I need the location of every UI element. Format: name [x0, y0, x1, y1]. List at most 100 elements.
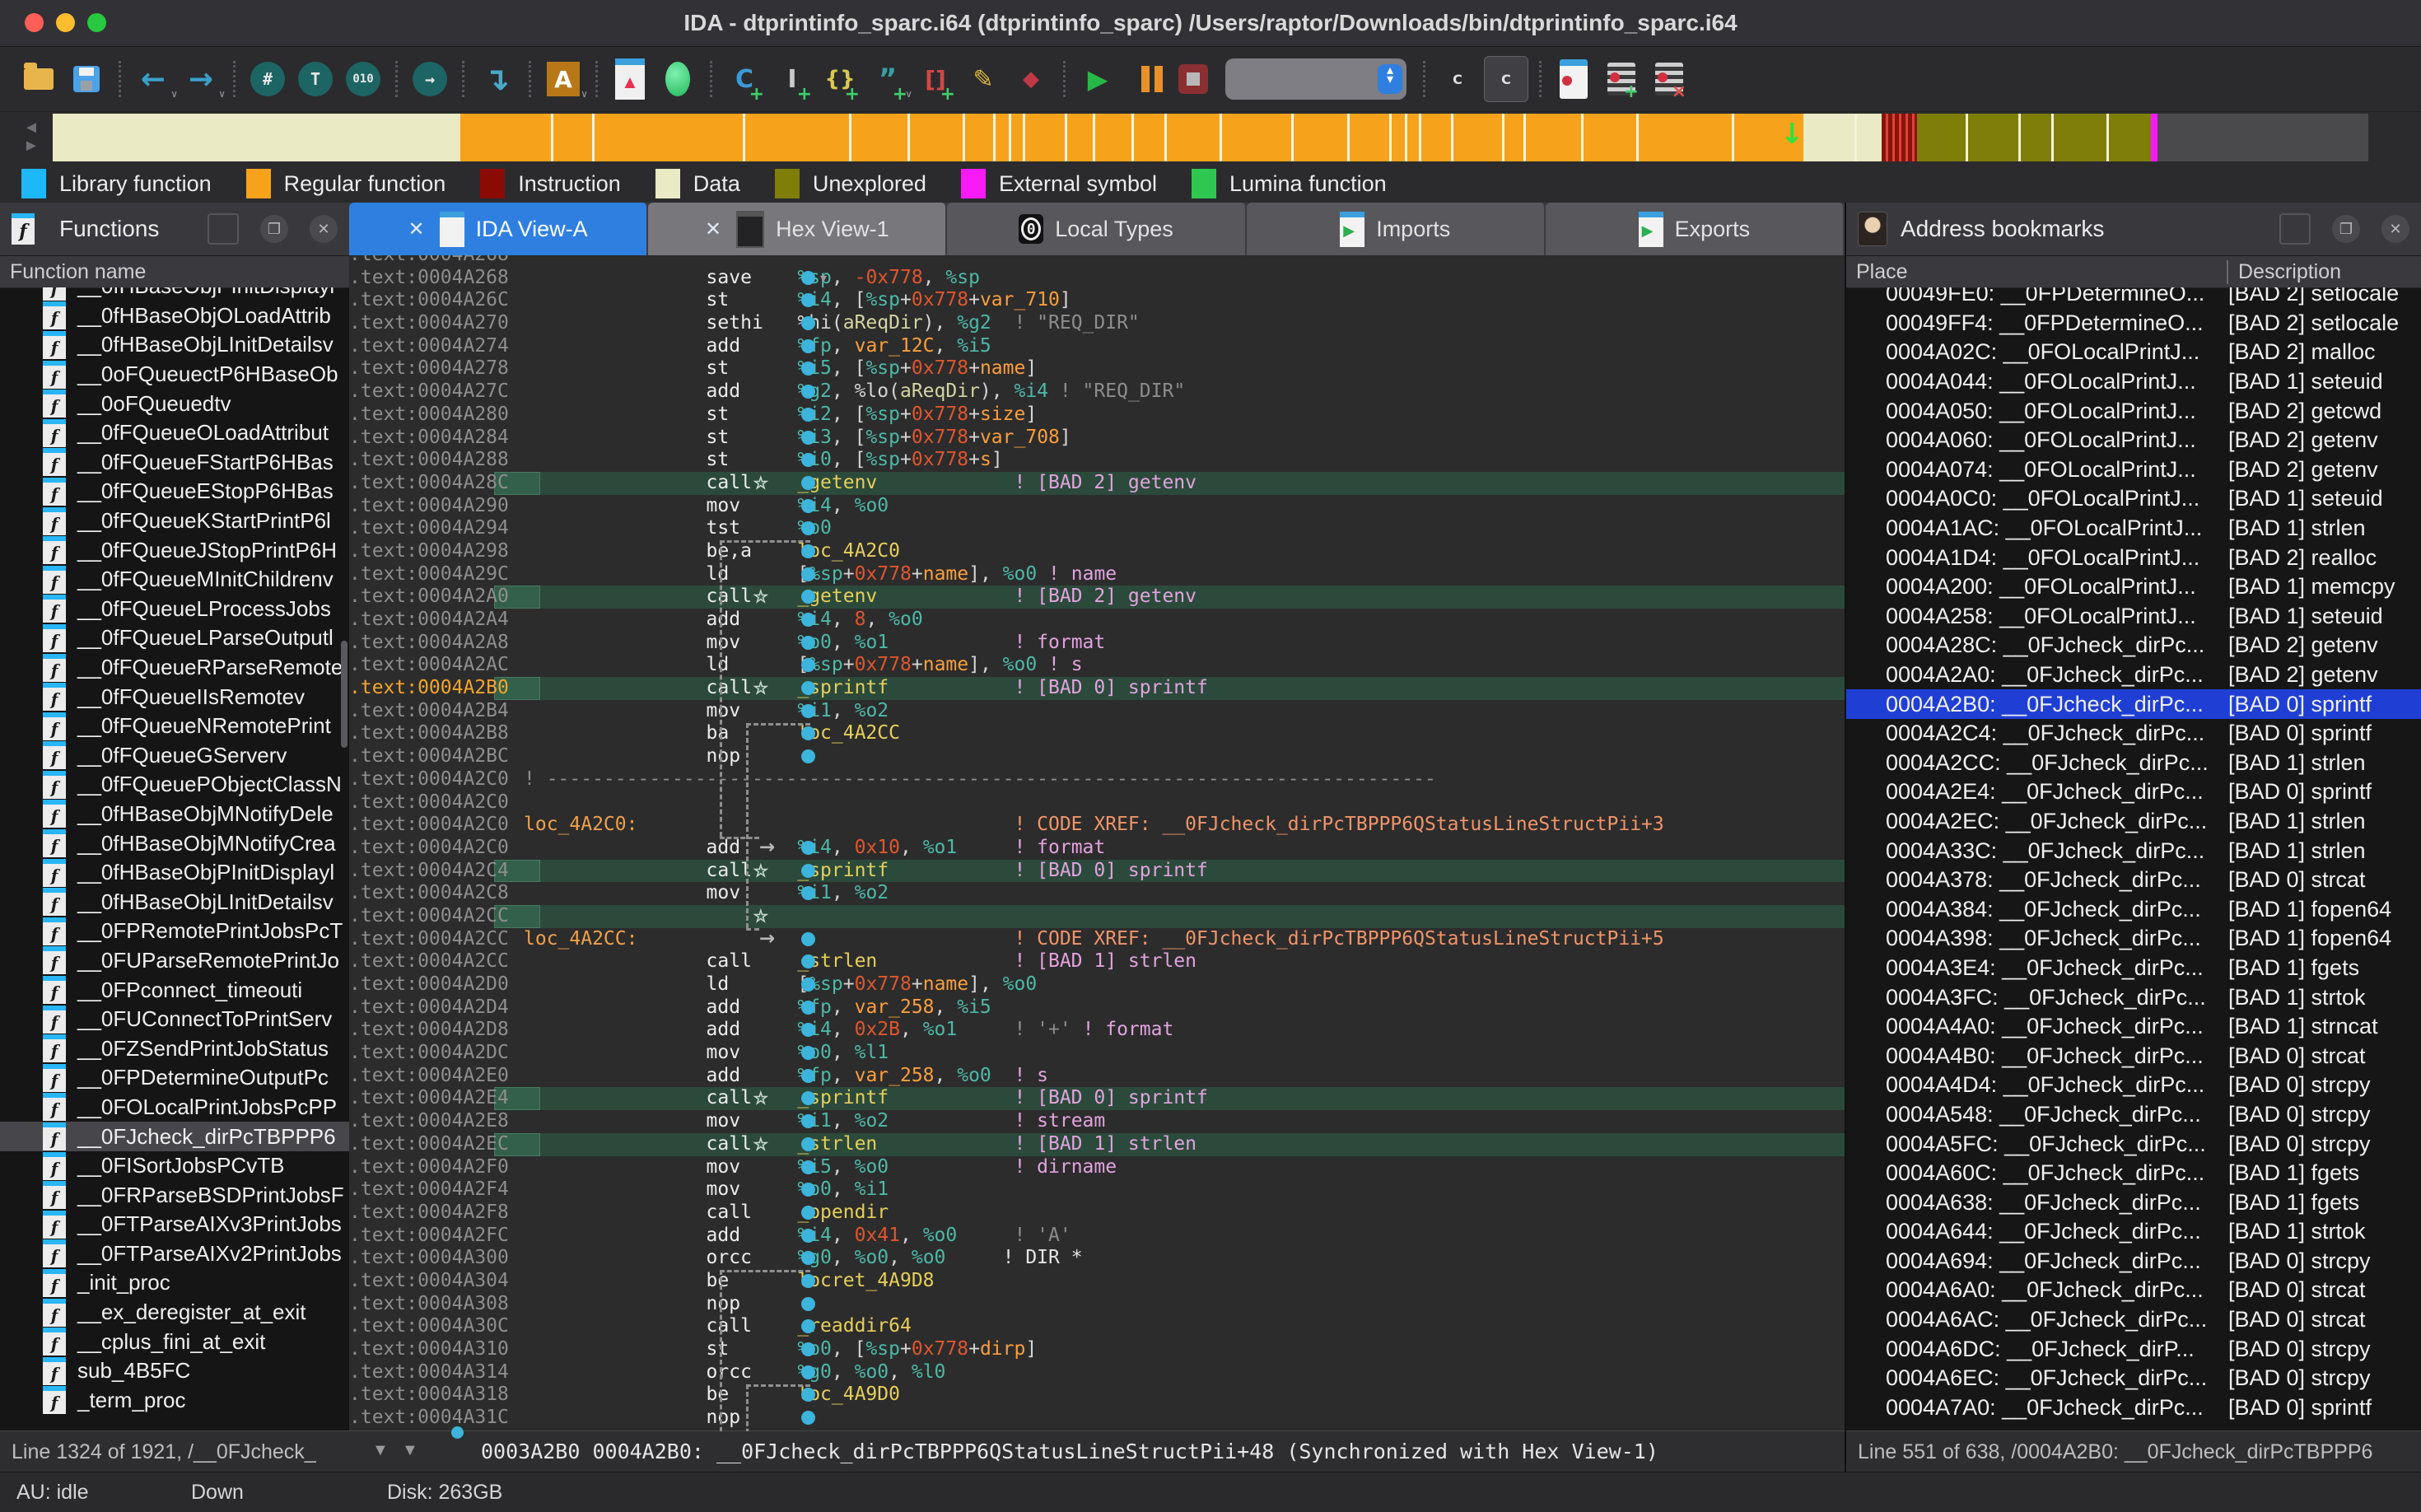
- disasm-row[interactable]: .text:0004A2AC ld [%sp+0x778+name], %o0 …: [349, 654, 1845, 677]
- gutter-scroll-down-icon[interactable]: ▼: [372, 1441, 389, 1460]
- function-row[interactable]: f__0fHBaseObjOLoadAttrib: [0, 301, 349, 331]
- bookmark-row[interactable]: 0004A6EC: __0FJcheck_dirPc...[BAD 0] str…: [1846, 1364, 2421, 1393]
- tab-local-types[interactable]: Local Types: [947, 203, 1246, 255]
- jump-by-text-button[interactable]: T: [294, 57, 337, 101]
- disasm-row[interactable]: ★.text:0004A28C call _getenv ! [BAD 2] g…: [349, 472, 1845, 495]
- open-file-button[interactable]: [17, 57, 60, 101]
- function-row[interactable]: f__ex_deregister_at_exit: [0, 1298, 349, 1328]
- disasm-row[interactable]: .text:0004A274 add %fp, var_12C, %i5: [349, 335, 1845, 358]
- navigation-band[interactable]: ↓: [53, 114, 2368, 161]
- function-row[interactable]: f__0fFQueueFStartP6HBas: [0, 448, 349, 478]
- disasm-row[interactable]: .text:0004A294 tst %o0: [349, 517, 1845, 540]
- disasm-row[interactable]: ★.text:0004A2CC: [349, 905, 1845, 928]
- lumina-button[interactable]: [656, 57, 699, 101]
- function-row[interactable]: f__0fHBaseObjLInitDetailsv: [0, 887, 349, 917]
- disasm-row[interactable]: .text:0004A2B4 mov %i1, %o2: [349, 700, 1845, 723]
- disasm-row[interactable]: .text:0004A2D4 add %fp, var_258, %i5: [349, 996, 1845, 1020]
- navigate-back-button[interactable]: ←: [132, 57, 175, 101]
- function-row[interactable]: f__0fFQueuePObjectClassN: [0, 770, 349, 800]
- start-process-button[interactable]: ▶: [1076, 57, 1119, 101]
- tab-imports[interactable]: Imports: [1247, 203, 1546, 255]
- disasm-row[interactable]: .text:0004A290 mov %i4, %o0: [349, 495, 1845, 518]
- disasm-row[interactable]: .text:0004A2C8 mov %i1, %o2: [349, 882, 1845, 905]
- function-row[interactable]: f__0fFQueueMInitChildrenv: [0, 565, 349, 595]
- function-row[interactable]: f__0fFQueueKStartPrintP6l: [0, 506, 349, 536]
- disasm-row[interactable]: .text:0004A2A4 add %i4, 8, %o0: [349, 609, 1845, 632]
- text-color-button[interactable]: A: [542, 57, 585, 101]
- functions-panel-titlebar[interactable]: f Functions ❐ ✕: [0, 203, 349, 256]
- disasm-row[interactable]: .text:0004A2FC add %i4, 0x41, %o0 ! 'A': [349, 1225, 1845, 1248]
- disasm-row[interactable]: .text:0004A29C ld [%sp+0x778+name], %o0 …: [349, 563, 1845, 586]
- tab-hex-view-1[interactable]: ✕Hex View-1: [648, 203, 947, 255]
- disasm-row[interactable]: .text:0004A27C add %g2, %lo(aReqDir), %i…: [349, 380, 1845, 404]
- bookmark-row[interactable]: 0004A2E4: __0FJcheck_dirPc...[BAD 0] spr…: [1846, 777, 2421, 807]
- disasm-row[interactable]: .text:0004A2C0! ------------------------…: [349, 768, 1845, 791]
- disasm-row[interactable]: .text:0004A304 be locret_4A9D8: [349, 1270, 1845, 1293]
- disasm-row[interactable]: .text:0004A2C0loc_4A2C0: ! CODE XREF: __…: [349, 814, 1845, 837]
- function-row[interactable]: f__0FOLocalPrintJobsPcPP: [0, 1093, 349, 1122]
- pause-process-button[interactable]: [1124, 57, 1167, 101]
- bookmark-row[interactable]: 0004A3E4: __0FJcheck_dirPc...[BAD 1] fge…: [1846, 954, 2421, 983]
- names-window-button[interactable]: [609, 57, 651, 101]
- disasm-row[interactable]: .text:0004A2BC nop: [349, 745, 1845, 768]
- disasm-row[interactable]: .text:0004A308 nop: [349, 1293, 1845, 1316]
- disasm-row[interactable]: .text:0004A2F0 mov %i5, %o0 ! dirname: [349, 1156, 1845, 1179]
- bookmark-row[interactable]: 0004A1AC: __0FOLocalPrintJ...[BAD 1] str…: [1846, 514, 2421, 544]
- disasm-row[interactable]: .text:0004A31C nop: [349, 1407, 1845, 1430]
- function-row[interactable]: f__0fFQueueNRemotePrint: [0, 712, 349, 741]
- function-row[interactable]: f__0fHBaseObjPInitDisplayl: [0, 287, 349, 301]
- bookmark-star-icon[interactable]: ★: [754, 860, 767, 882]
- bookmark-row[interactable]: 0004A33C: __0FJcheck_dirPc...[BAD 1] str…: [1846, 836, 2421, 866]
- bookmark-row[interactable]: 0004A548: __0FJcheck_dirPc...[BAD 0] str…: [1846, 1100, 2421, 1130]
- disasm-row[interactable]: ★.text:0004A2E4 call _sprintf ! [BAD 0] …: [349, 1087, 1845, 1110]
- column-header-description[interactable]: Description: [2227, 260, 2421, 284]
- bookmark-row[interactable]: 0004A6A0: __0FJcheck_dirPc...[BAD 0] str…: [1846, 1276, 2421, 1305]
- bookmark-row[interactable]: 0004A60C: __0FJcheck_dirPc...[BAD 1] fge…: [1846, 1159, 2421, 1188]
- bookmarks-panel-titlebar[interactable]: Address bookmarks ❐ ✕: [1846, 203, 2421, 256]
- continue-process-active-button[interactable]: C: [1484, 56, 1528, 102]
- function-row[interactable]: f__0fFQueueJStopPrintP6H: [0, 535, 349, 565]
- jump-by-name-button[interactable]: #: [246, 57, 289, 101]
- function-row[interactable]: f__0oFQueuedtv: [0, 389, 349, 418]
- disasm-row[interactable]: .text:0004A284 st %i3, [%sp+0x778+var_70…: [349, 427, 1845, 450]
- disasm-row[interactable]: ★.text:0004A2A0 call _getenv ! [BAD 2] g…: [349, 586, 1845, 609]
- bookmark-row[interactable]: 0004A4D4: __0FJcheck_dirPc...[BAD 0] str…: [1846, 1071, 2421, 1100]
- function-row[interactable]: f__0fFQueueGServerv: [0, 741, 349, 771]
- navband-scroll-arrows[interactable]: ◄►: [23, 119, 40, 155]
- bookmark-row[interactable]: 0004A2EC: __0FJcheck_dirPc...[BAD 1] str…: [1846, 807, 2421, 837]
- disasm-row[interactable]: .text:0004A2F4 mov %o0, %i1: [349, 1178, 1845, 1202]
- add-struct-button[interactable]: {}: [819, 57, 861, 101]
- function-row[interactable]: f__0fHBaseObjPInitDisplayl: [0, 858, 349, 888]
- disasm-row[interactable]: .text:0004A278 st %i5, [%sp+0x778+name]: [349, 357, 1845, 380]
- bookmark-row[interactable]: 0004A060: __0FOLocalPrintJ...[BAD 2] get…: [1846, 426, 2421, 455]
- disasm-row[interactable]: .text:0004A2E8 mov %i1, %o2 ! stream: [349, 1110, 1845, 1133]
- function-row[interactable]: f__0fFQueueLProcessJobs: [0, 595, 349, 624]
- disasm-row[interactable]: .text:0004A298 be,a loc_4A2C0: [349, 540, 1845, 563]
- function-row[interactable]: f__0fHBaseObjMNotifyCrea: [0, 828, 349, 858]
- bookmark-star-icon[interactable]: ★: [754, 905, 767, 927]
- disasm-row[interactable]: →.text:0004A2C0 add %i4, 0x10, %o1 ! for…: [349, 837, 1845, 860]
- function-row[interactable]: f__0fHBaseObjLInitDetailsv: [0, 330, 349, 360]
- bookmark-row[interactable]: 0004A6AC: __0FJcheck_dirPc...[BAD 0] str…: [1846, 1305, 2421, 1335]
- tab-close-icon[interactable]: ✕: [705, 217, 721, 241]
- bookmark-row[interactable]: 0004A2CC: __0FJcheck_dirPc...[BAD 1] str…: [1846, 749, 2421, 778]
- function-row[interactable]: f__0FRParseBSDPrintJobsF: [0, 1180, 349, 1210]
- bookmark-row[interactable]: 0004A644: __0FJcheck_dirPc...[BAD 1] str…: [1846, 1217, 2421, 1247]
- function-row[interactable]: f__0oFQueuectP6HBaseOb: [0, 360, 349, 390]
- bookmark-row[interactable]: 0004A02C: __0FOLocalPrintJ...[BAD 2] mal…: [1846, 338, 2421, 367]
- disasm-row[interactable]: ★.text:0004A2C4 call _sprintf ! [BAD 0] …: [349, 860, 1845, 883]
- function-row[interactable]: f__cplus_fini_at_exit: [0, 1327, 349, 1356]
- bookmark-row[interactable]: 0004A4B0: __0FJcheck_dirPc...[BAD 0] str…: [1846, 1041, 2421, 1071]
- bookmark-row[interactable]: 0004A258: __0FOLocalPrintJ...[BAD 1] set…: [1846, 602, 2421, 632]
- function-row[interactable]: fsub_4B5FC: [0, 1356, 349, 1386]
- debugger-selector-combobox[interactable]: [1225, 58, 1406, 100]
- jump-by-binary-button[interactable]: 010: [342, 57, 385, 101]
- function-row[interactable]: f__0FPDetermineOutputPc: [0, 1063, 349, 1093]
- function-row[interactable]: f__0FTParseAIXv2PrintJobs: [0, 1239, 349, 1269]
- disasm-row[interactable]: .text:0004A318 be loc_4A9D0: [349, 1384, 1845, 1407]
- ida-view-a[interactable]: .text:0004A268▾.text:0004A268 save %sp, …: [349, 255, 1845, 1431]
- disasm-row[interactable]: .text:0004A2DC mov %o0, %l1: [349, 1042, 1845, 1065]
- bookmark-row[interactable]: 0004A378: __0FJcheck_dirPc...[BAD 0] str…: [1846, 866, 2421, 895]
- bookmark-row[interactable]: 0004A384: __0FJcheck_dirPc...[BAD 1] fop…: [1846, 894, 2421, 924]
- bookmark-row[interactable]: 0004A074: __0FOLocalPrintJ...[BAD 2] get…: [1846, 455, 2421, 485]
